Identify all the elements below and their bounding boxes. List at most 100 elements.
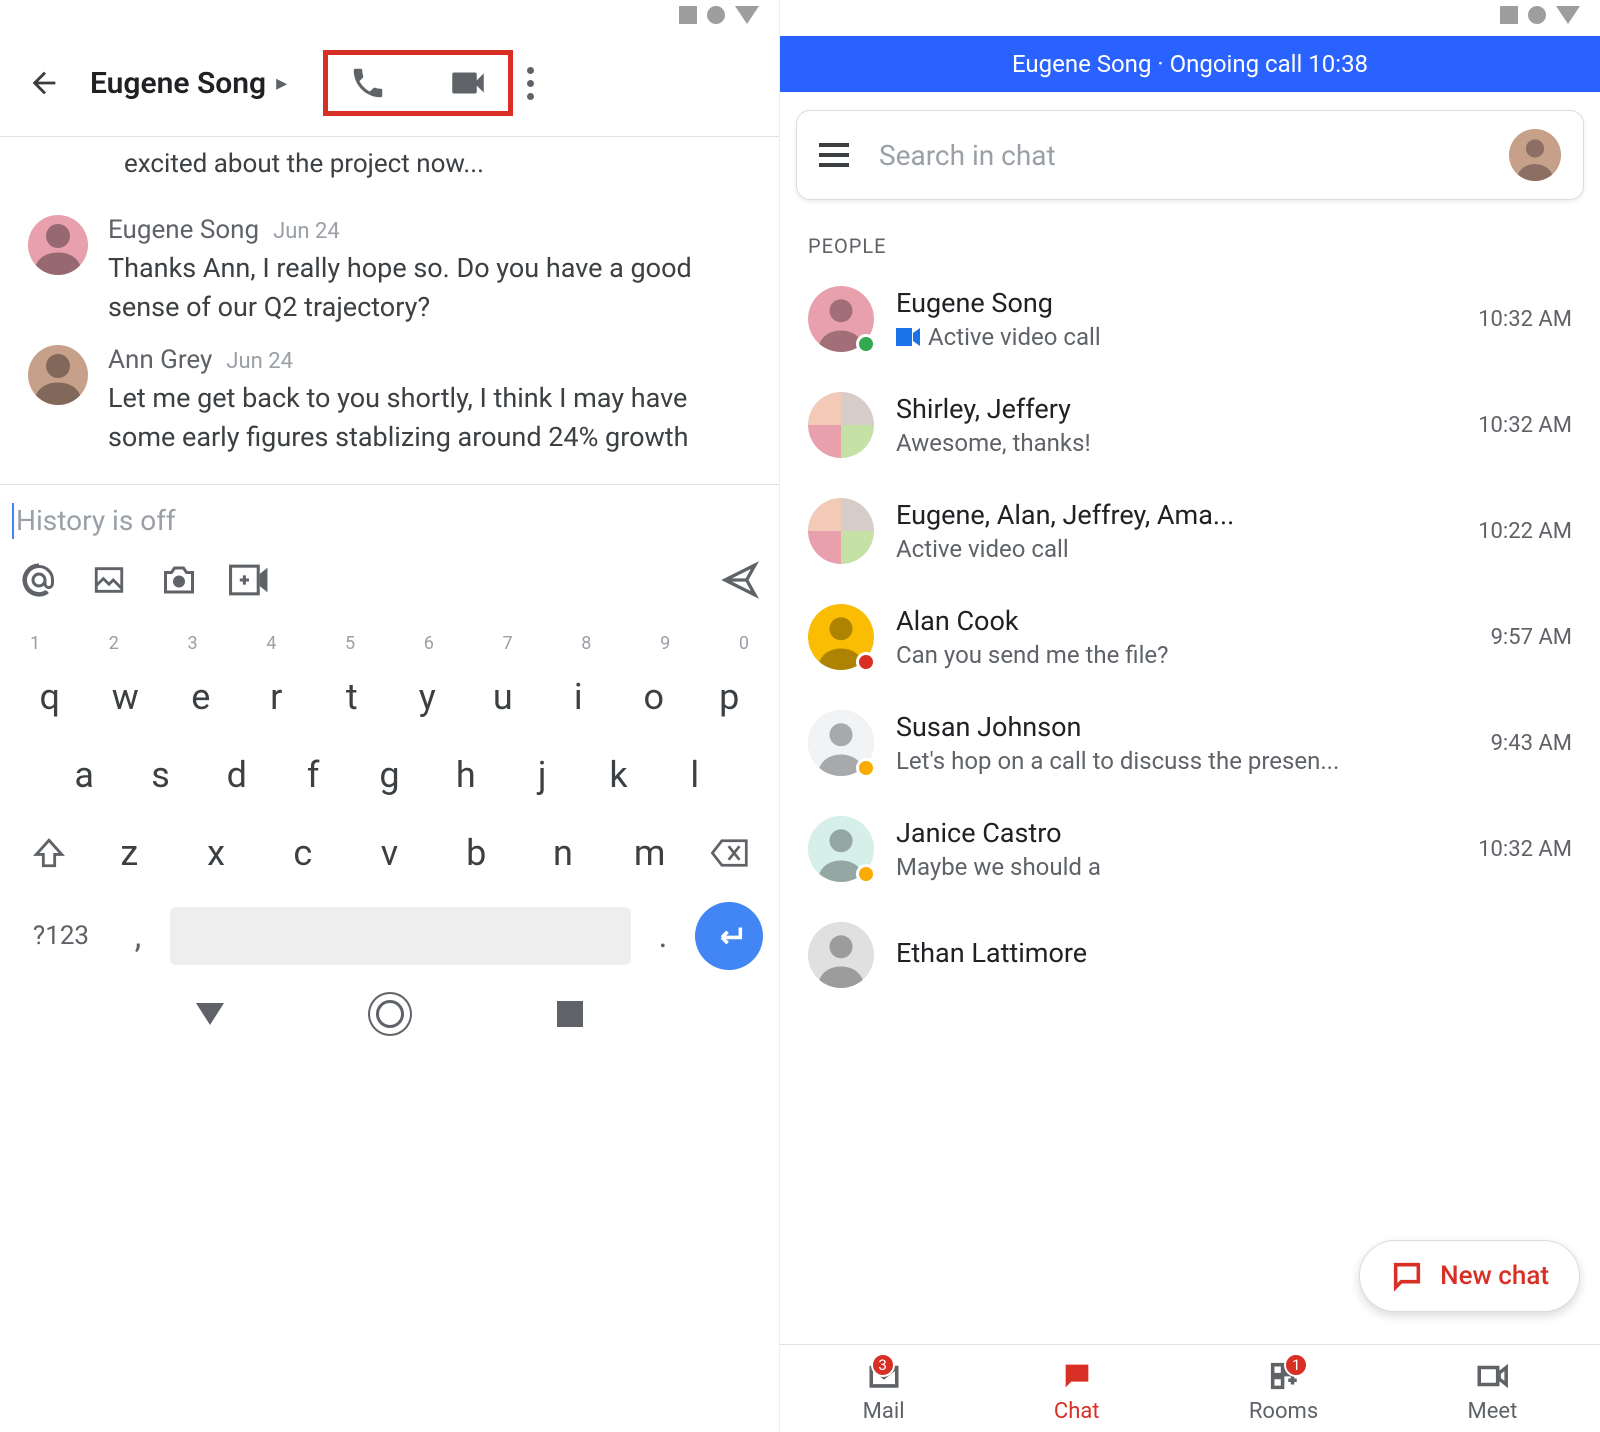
- key-9[interactable]: 9: [642, 633, 688, 654]
- key-i[interactable]: i: [541, 662, 617, 732]
- chat-icon: [1390, 1259, 1424, 1293]
- contact-name[interactable]: Eugene Song: [90, 66, 266, 101]
- key-s[interactable]: s: [122, 740, 198, 810]
- bottom-nav: 3Mail Chat 1Rooms Meet: [780, 1344, 1600, 1432]
- person-name: Ethan Lattimore: [896, 937, 1542, 969]
- person-preview: Active video call: [896, 535, 1448, 563]
- people-item[interactable]: Alan CookCan you send me the file? 9:57 …: [790, 584, 1590, 690]
- compose-input[interactable]: History is off: [12, 503, 767, 539]
- key-v[interactable]: v: [346, 818, 433, 888]
- key-3[interactable]: 3: [170, 633, 216, 654]
- nav-back-icon[interactable]: [196, 1003, 224, 1025]
- search-bar[interactable]: Search in chat: [796, 110, 1584, 200]
- ongoing-call-banner[interactable]: Eugene Song · Ongoing call 10:38: [780, 36, 1600, 92]
- shift-key[interactable]: [12, 818, 86, 888]
- mention-button[interactable]: [18, 559, 60, 601]
- video-attach-button[interactable]: [228, 559, 270, 601]
- key-a[interactable]: a: [46, 740, 122, 810]
- key-e[interactable]: e: [163, 662, 239, 732]
- key-w[interactable]: w: [88, 662, 164, 732]
- backspace-key[interactable]: [693, 818, 767, 888]
- image-button[interactable]: [88, 559, 130, 601]
- period-key[interactable]: .: [643, 916, 683, 956]
- new-chat-label: New chat: [1440, 1261, 1549, 1291]
- avatar: [808, 286, 874, 352]
- people-item[interactable]: Shirley, JefferyAwesome, thanks! 10:32 A…: [790, 372, 1590, 478]
- new-chat-fab[interactable]: New chat: [1359, 1240, 1580, 1312]
- key-7[interactable]: 7: [485, 633, 531, 654]
- key-6[interactable]: 6: [406, 633, 452, 654]
- people-item[interactable]: Eugene, Alan, Jeffrey, Ama...Active vide…: [790, 478, 1590, 584]
- comma-key[interactable]: ,: [118, 916, 158, 956]
- enter-key[interactable]: [695, 902, 763, 970]
- key-d[interactable]: d: [199, 740, 275, 810]
- camera-button[interactable]: [158, 559, 200, 601]
- send-icon: [720, 560, 760, 600]
- key-p[interactable]: p: [692, 662, 768, 732]
- key-8[interactable]: 8: [563, 633, 609, 654]
- key-k[interactable]: k: [580, 740, 656, 810]
- message-sender: Eugene Song: [108, 215, 259, 245]
- key-f[interactable]: f: [275, 740, 351, 810]
- key-u[interactable]: u: [465, 662, 541, 732]
- android-nav-bar: [0, 970, 779, 1038]
- nav-rooms[interactable]: 1Rooms: [1249, 1359, 1318, 1424]
- nav-chat[interactable]: Chat: [1054, 1359, 1100, 1424]
- avatar: [808, 710, 874, 776]
- key-l[interactable]: l: [657, 740, 733, 810]
- key-m[interactable]: m: [606, 818, 693, 888]
- status-square-icon: [1500, 6, 1518, 24]
- key-r[interactable]: r: [239, 662, 315, 732]
- nav-meet[interactable]: Meet: [1468, 1359, 1518, 1424]
- chat-body[interactable]: excited about the project now... Eugene …: [0, 137, 779, 484]
- people-item[interactable]: Ethan Lattimore: [790, 902, 1590, 1008]
- nav-recents-icon[interactable]: [557, 1001, 583, 1027]
- people-list[interactable]: Eugene SongActive video call 10:32 AM Sh…: [780, 266, 1600, 1008]
- voice-call-button[interactable]: [346, 61, 390, 105]
- people-item[interactable]: Janice CastroMaybe we should a 10:32 AM: [790, 796, 1590, 902]
- message: Ann GreyJun 24Let me get back to you sho…: [28, 345, 751, 457]
- timestamp: 9:57 AM: [1491, 625, 1572, 650]
- nav-mail[interactable]: 3Mail: [863, 1359, 905, 1424]
- send-button[interactable]: [719, 559, 761, 601]
- status-badge: [856, 758, 876, 778]
- key-h[interactable]: h: [428, 740, 504, 810]
- key-b[interactable]: b: [433, 818, 520, 888]
- key-g[interactable]: g: [351, 740, 427, 810]
- key-c[interactable]: c: [259, 818, 346, 888]
- chat-icon: [1058, 1359, 1096, 1393]
- message: Eugene SongJun 24Thanks Ann, I really ho…: [28, 215, 751, 327]
- nav-label: Meet: [1468, 1399, 1518, 1424]
- people-item[interactable]: Eugene SongActive video call 10:32 AM: [790, 266, 1590, 372]
- phone-icon: [349, 64, 387, 102]
- video-call-button[interactable]: [446, 61, 490, 105]
- more-options-button[interactable]: [527, 67, 534, 100]
- key-1[interactable]: 1: [12, 633, 58, 654]
- nav-home-icon[interactable]: [376, 1000, 404, 1028]
- nav-label: Chat: [1054, 1399, 1100, 1424]
- key-2[interactable]: 2: [91, 633, 137, 654]
- keyboard-switch-key[interactable]: ?123: [16, 921, 106, 951]
- search-input[interactable]: Search in chat: [879, 139, 1479, 172]
- key-t[interactable]: t: [314, 662, 390, 732]
- avatar: [808, 816, 874, 882]
- key-q[interactable]: q: [12, 662, 88, 732]
- profile-avatar[interactable]: [1509, 129, 1561, 181]
- chat-list-pane: Eugene Song · Ongoing call 10:38 Search …: [780, 0, 1600, 1432]
- key-n[interactable]: n: [520, 818, 607, 888]
- enter-icon: [712, 919, 746, 953]
- menu-button[interactable]: [819, 143, 849, 167]
- key-y[interactable]: y: [390, 662, 466, 732]
- timestamp: 10:32 AM: [1478, 413, 1572, 438]
- key-j[interactable]: j: [504, 740, 580, 810]
- key-o[interactable]: o: [616, 662, 692, 732]
- key-5[interactable]: 5: [327, 633, 373, 654]
- avatar: [28, 345, 88, 405]
- people-item[interactable]: Susan JohnsonLet's hop on a call to disc…: [790, 690, 1590, 796]
- key-4[interactable]: 4: [248, 633, 294, 654]
- back-arrow-button[interactable]: [24, 63, 64, 103]
- spacebar-key[interactable]: [170, 907, 631, 965]
- key-z[interactable]: z: [86, 818, 173, 888]
- key-x[interactable]: x: [173, 818, 260, 888]
- key-0[interactable]: 0: [721, 633, 767, 654]
